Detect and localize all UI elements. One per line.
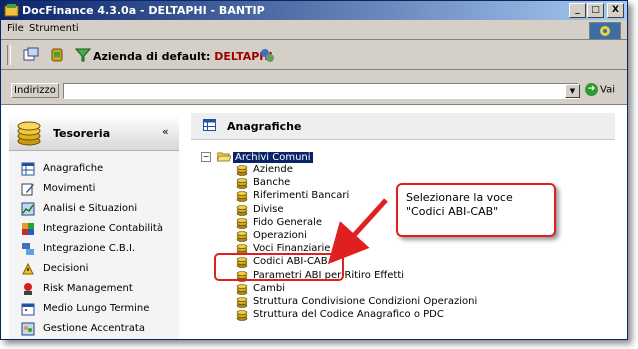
- sidebar-item-label: Movimenti: [43, 183, 96, 194]
- coin-stack-icon: [236, 283, 248, 295]
- pencil-icon: [21, 183, 34, 196]
- menu-bar: File Strumenti: [1, 20, 627, 40]
- app-icon: [4, 4, 19, 17]
- window-title: DocFinance 4.3.0a - DELTAPHI - BANTIP: [22, 4, 265, 17]
- default-company: Azienda di default: DELTAPHI: [93, 50, 273, 63]
- sidebar-item-label: Decisioni: [43, 263, 89, 274]
- coin-stack-icon: [236, 310, 248, 321]
- tree-item-label: Banche: [253, 177, 291, 189]
- coin-stack-icon: [236, 231, 248, 242]
- coin-stack-icon: [236, 217, 248, 229]
- tree-root-label: Archivi Comuni: [233, 151, 313, 163]
- open-folder-icon: [217, 152, 231, 162]
- switch-company-icon[interactable]: [259, 47, 275, 63]
- tree-item-label: Divise: [253, 203, 284, 215]
- coin-stack-icon: [236, 297, 248, 308]
- tree-item-label: Struttura del Codice Anagrafico o PDC: [253, 309, 444, 321]
- coin-stack-icon: [236, 165, 248, 176]
- address-dropdown-button[interactable]: ▼: [565, 84, 580, 98]
- tree-node-archivi-comuni[interactable]: − Archivi Comuni: [201, 151, 313, 163]
- default-company-label: Azienda di default:: [93, 50, 211, 63]
- close-button[interactable]: X: [607, 3, 624, 18]
- highlight-box: [214, 253, 344, 281]
- menu-file[interactable]: File: [7, 23, 24, 34]
- sidebar-item-label: Risk Management: [43, 283, 133, 294]
- puzzle-icon: [22, 223, 34, 235]
- sidebar-item-label: Integrazione C.B.I.: [43, 243, 136, 254]
- address-label: Indirizzo: [11, 83, 59, 98]
- address-input[interactable]: [63, 83, 579, 99]
- coin-bag-icon[interactable]: [49, 47, 65, 63]
- app-window: DocFinance 4.3.0a - DELTAPHI - BANTIP _ …: [0, 0, 628, 340]
- coin-stack-icon: [236, 178, 248, 189]
- callout-box: Selezionare la voce "Codici ABI-CAB": [396, 183, 556, 237]
- toolbar: Azienda di default: DELTAPHI: [1, 41, 627, 70]
- calendar-icon: [21, 303, 35, 316]
- maximize-button[interactable]: □: [587, 3, 604, 18]
- group-icon: [21, 322, 35, 336]
- sidebar-title: Tesoreria: [53, 127, 111, 140]
- panel-header: Anagrafiche: [191, 113, 615, 140]
- table-icon: [21, 162, 35, 176]
- go-label: Vai: [600, 84, 615, 96]
- toolbar-separator: [7, 45, 11, 65]
- table-icon: [203, 119, 216, 131]
- tree-item-label: Cambi: [253, 282, 285, 294]
- sidebar-item-label: Integrazione Contabilità: [43, 223, 163, 234]
- window-tile-icon[interactable]: [23, 47, 39, 63]
- go-button[interactable]: ➜ Vai: [585, 83, 615, 96]
- callout-line-2: "Codici ABI-CAB": [406, 205, 499, 218]
- title-bar: DocFinance 4.3.0a - DELTAPHI - BANTIP _ …: [1, 1, 627, 20]
- sidebar-header[interactable]: Tesoreria «: [9, 115, 179, 151]
- sidebar-item-label: Analisi e Situazioni: [43, 203, 138, 214]
- panel-title: Anagrafiche: [227, 120, 302, 133]
- window-controls: _ □ X: [568, 3, 624, 18]
- coin-stack-icon: [236, 204, 248, 216]
- coins-icon: [17, 121, 41, 146]
- app-logo-icon: [589, 22, 621, 40]
- risk-icon: [24, 283, 32, 295]
- menu-strumenti[interactable]: Strumenti: [29, 23, 79, 34]
- sidebar-tesoreria: Tesoreria « Anagrafiche Movimenti Analis…: [9, 115, 179, 339]
- tree-collapse-toggle[interactable]: −: [201, 151, 211, 162]
- tree-item-label: Fido Generale: [253, 216, 323, 228]
- callout-line-1: Selezionare la voce: [406, 191, 513, 204]
- tree-item-label: Struttura Condivisione Condizioni Operaz…: [253, 296, 478, 307]
- minimize-button[interactable]: _: [569, 3, 586, 18]
- go-arrow-icon: ➜: [585, 83, 598, 96]
- network-icon: [22, 243, 34, 255]
- tree-item-label: Riferimenti Bancari: [253, 190, 350, 202]
- chart-icon: [21, 202, 35, 216]
- decision-icon: [22, 262, 34, 275]
- sidebar-item-label: Gestione Accentrata: [43, 323, 145, 334]
- tree-item-label: Operazioni: [253, 230, 307, 241]
- filter-funnel-icon: [75, 48, 91, 62]
- collapse-icon[interactable]: «: [162, 125, 169, 138]
- sidebar-item-label: Anagrafiche: [43, 163, 104, 174]
- tree-item-label: Aziende: [253, 164, 293, 175]
- sidebar-item-label: Medio Lungo Termine: [43, 303, 150, 314]
- coin-stack-icon: [236, 191, 248, 203]
